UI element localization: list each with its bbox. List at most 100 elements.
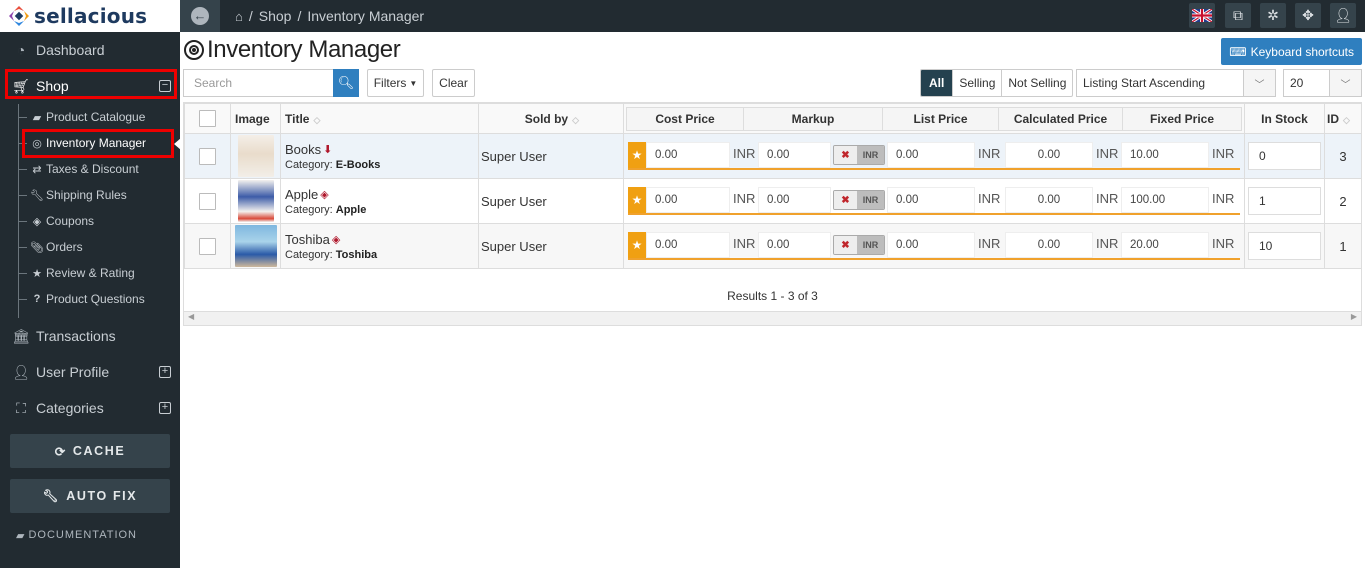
col-markup: Markup — [744, 107, 883, 130]
sort-select[interactable]: Listing Start Ascending ﹀ — [1076, 69, 1276, 97]
cost-price-input[interactable]: 0.00 — [646, 142, 730, 168]
search-input[interactable]: Search — [183, 69, 333, 97]
markup-input[interactable]: 0.00 — [758, 142, 831, 168]
sidebar-item-categories[interactable]: ⛶ Categories + — [0, 390, 180, 426]
in-stock-input[interactable]: 0 — [1248, 142, 1321, 170]
in-stock-input[interactable]: 10 — [1248, 232, 1321, 260]
col-image: Image — [230, 103, 281, 134]
fixed-price-input[interactable]: 100.00 — [1121, 187, 1209, 213]
percent-toggle-icon[interactable]: ✖ — [834, 191, 857, 209]
logo[interactable]: sellacious — [0, 0, 180, 32]
table-row[interactable]: Toshiba ◈ Category: Toshiba Super User ★… — [184, 223, 1362, 269]
product-thumbnail[interactable] — [237, 135, 274, 177]
col-title[interactable]: Title ◇ — [280, 103, 479, 134]
product-title[interactable]: Books — [285, 142, 321, 157]
expand-icon[interactable]: + — [159, 402, 171, 414]
row-checkbox[interactable] — [199, 237, 216, 255]
breadcrumb-shop[interactable]: Shop — [259, 8, 292, 24]
expand-icon[interactable]: + — [159, 366, 171, 378]
keyboard-shortcuts-button[interactable]: ⌨ Keyboard shortcuts — [1221, 38, 1362, 65]
filters-button[interactable]: Filters ▼ — [367, 69, 424, 97]
product-thumbnail[interactable] — [237, 180, 274, 222]
price-cell: ★ 0.00 INR 0.00 ✖ INR 0.00 INR 0.00 INR … — [623, 178, 1245, 224]
sidebar-item-shipping-rules[interactable]: 🔧︎ Shipping Rules — [0, 182, 180, 208]
fixed-price-input[interactable]: 20.00 — [1121, 232, 1209, 258]
product-thumbnail[interactable] — [234, 225, 277, 267]
filter-all[interactable]: All — [921, 70, 953, 96]
filter-selling[interactable]: Selling — [952, 70, 1001, 96]
language-button[interactable] — [1189, 3, 1215, 28]
sidebar-item-dashboard[interactable]: ◔ Dashboard — [0, 32, 180, 68]
sidebar-item-inventory-manager[interactable]: ◎ Inventory Manager — [0, 129, 181, 158]
back-button[interactable]: ← — [180, 0, 220, 32]
external-link-button[interactable]: ⧉ — [1225, 3, 1251, 28]
product-category: Toshiba — [335, 248, 378, 261]
documentation-link[interactable]: ▰ DOCUMENTATION — [0, 525, 180, 545]
sidebar-item-product-catalogue[interactable]: ▰ Product Catalogue — [0, 104, 180, 130]
clear-button[interactable]: Clear — [432, 69, 475, 97]
percent-toggle-icon[interactable]: ✖ — [834, 146, 857, 164]
fixed-price-input[interactable]: 10.00 — [1121, 142, 1209, 168]
currency-label: INR — [978, 191, 1001, 206]
select-all-checkbox[interactable] — [199, 110, 216, 127]
sidebar-item-review-rating[interactable]: ★ Review & Rating — [0, 260, 180, 286]
star-icon[interactable]: ★ — [628, 142, 646, 168]
price-cell: ★ 0.00 INR 0.00 ✖ INR 0.00 INR 0.00 INR … — [623, 133, 1245, 179]
sidebar-item-user-profile[interactable]: 👤︎ User Profile + — [0, 354, 180, 390]
sub-item-label: Product Questions — [46, 292, 145, 306]
cost-price-input[interactable]: 0.00 — [646, 232, 730, 258]
user-icon: 👤︎ — [1334, 7, 1352, 23]
markup-type-toggle[interactable]: ✖ INR — [833, 235, 885, 255]
user-menu-button[interactable]: 👤︎ — [1330, 3, 1356, 28]
table-row[interactable]: Apple ◈ Category: Apple Super User ★ 0.0… — [184, 178, 1362, 224]
collapse-icon[interactable]: − — [159, 80, 171, 92]
product-title[interactable]: Apple — [285, 187, 318, 202]
markup-type-toggle[interactable]: ✖ INR — [833, 190, 885, 210]
sidebar-item-orders[interactable]: 📎︎ Orders — [0, 234, 180, 260]
inr-toggle[interactable]: INR — [857, 236, 884, 254]
filter-not-selling[interactable]: Not Selling — [1001, 70, 1072, 96]
col-in-stock: In Stock — [1244, 103, 1325, 134]
row-checkbox[interactable] — [199, 147, 216, 165]
row-checkbox[interactable] — [199, 192, 216, 210]
product-title[interactable]: Toshiba — [285, 232, 330, 247]
list-price-input[interactable]: 0.00 — [887, 142, 975, 168]
page-size-select[interactable]: 20 ﹀ — [1283, 69, 1362, 97]
cache-button[interactable]: ⟳ CACHE — [10, 434, 170, 468]
scroll-left-icon[interactable]: ◀ — [188, 312, 194, 321]
sidebar-item-coupons[interactable]: ◈ Coupons — [0, 208, 180, 234]
sub-item-label: Product Catalogue — [46, 110, 146, 124]
inr-toggle[interactable]: INR — [857, 146, 884, 164]
sort-select-value: Listing Start Ascending — [1083, 76, 1206, 90]
horizontal-scrollbar[interactable]: ◀ ▶ — [184, 311, 1361, 325]
search-button[interactable]: 🔍︎ — [333, 69, 359, 97]
star-icon[interactable]: ★ — [628, 187, 646, 213]
percent-toggle-icon[interactable]: ✖ — [834, 236, 857, 254]
image-cell — [230, 133, 281, 179]
sidebar-item-taxes-discount[interactable]: ⇄ Taxes & Discount — [0, 156, 180, 182]
sidebar-item-transactions[interactable]: 🏛︎ Transactions — [0, 318, 180, 354]
col-id[interactable]: ID ◇ — [1324, 103, 1362, 134]
joomla-button[interactable]: ✲ — [1260, 3, 1286, 28]
list-price-input[interactable]: 0.00 — [887, 232, 975, 258]
col-sold-by[interactable]: Sold by ◇ — [478, 103, 624, 134]
seller-name: Super User — [481, 238, 547, 254]
in-stock-input[interactable]: 1 — [1248, 187, 1321, 215]
inr-toggle[interactable]: INR — [857, 191, 884, 209]
col-id-label: ID — [1327, 111, 1339, 126]
star-icon[interactable]: ★ — [628, 232, 646, 258]
table-row[interactable]: Books ⬇ Category: E-Books Super User ★ 0… — [184, 133, 1362, 179]
list-price-input[interactable]: 0.00 — [887, 187, 975, 213]
sidebar-item-product-questions[interactable]: ? Product Questions — [0, 286, 180, 312]
sub-item-label: Inventory Manager — [46, 136, 147, 150]
sidebar-item-shop[interactable]: 🛒︎ Shop − — [0, 68, 180, 104]
fullscreen-button[interactable]: ✥ — [1295, 3, 1321, 28]
cost-price-input[interactable]: 0.00 — [646, 187, 730, 213]
markup-type-toggle[interactable]: ✖ INR — [833, 145, 885, 165]
markup-input[interactable]: 0.00 — [758, 232, 831, 258]
currency-label: INR — [978, 236, 1001, 251]
markup-input[interactable]: 0.00 — [758, 187, 831, 213]
home-icon[interactable]: ⌂ — [235, 9, 243, 24]
scroll-right-icon[interactable]: ▶ — [1351, 312, 1357, 321]
auto-fix-button[interactable]: 🔧︎ AUTO FIX — [10, 479, 170, 513]
